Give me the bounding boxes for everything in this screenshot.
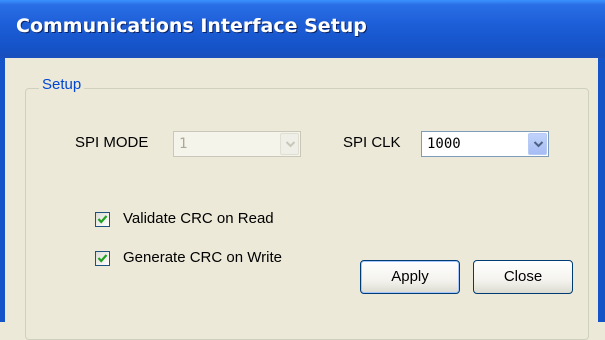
window-title: Communications Interface Setup: [16, 15, 367, 37]
generate-crc-label[interactable]: Generate CRC on Write: [123, 249, 282, 266]
generate-crc-checkbox[interactable]: [95, 251, 110, 266]
spi-clk-dropdown-button[interactable]: [528, 133, 547, 155]
title-bar[interactable]: Communications Interface Setup: [0, 0, 605, 58]
spi-clk-value: 1000: [427, 136, 461, 152]
spi-mode-dropdown-button[interactable]: [280, 133, 299, 155]
setup-group-legend: Setup: [39, 76, 85, 93]
checkmark-icon: [97, 254, 108, 263]
validate-crc-checkbox[interactable]: [95, 212, 110, 227]
window-frame-right: [598, 58, 605, 322]
spi-clk-label: SPI CLK: [343, 134, 401, 151]
spi-mode-value: 1: [179, 136, 188, 152]
apply-button[interactable]: Apply: [360, 260, 460, 294]
spi-clk-select[interactable]: 1000: [421, 131, 549, 157]
spi-mode-select[interactable]: 1: [173, 131, 301, 157]
checkmark-icon: [97, 215, 108, 224]
close-button[interactable]: Close: [473, 260, 573, 294]
dialog-client-area: Setup SPI MODE 1 SPI CLK 1000 Validate C…: [5, 58, 598, 340]
chevron-down-icon: [285, 141, 296, 148]
validate-crc-label[interactable]: Validate CRC on Read: [123, 210, 274, 227]
spi-mode-label: SPI MODE: [75, 134, 149, 151]
dialog-window: Communications Interface Setup Setup SPI…: [0, 0, 605, 340]
chevron-down-icon: [533, 141, 544, 148]
